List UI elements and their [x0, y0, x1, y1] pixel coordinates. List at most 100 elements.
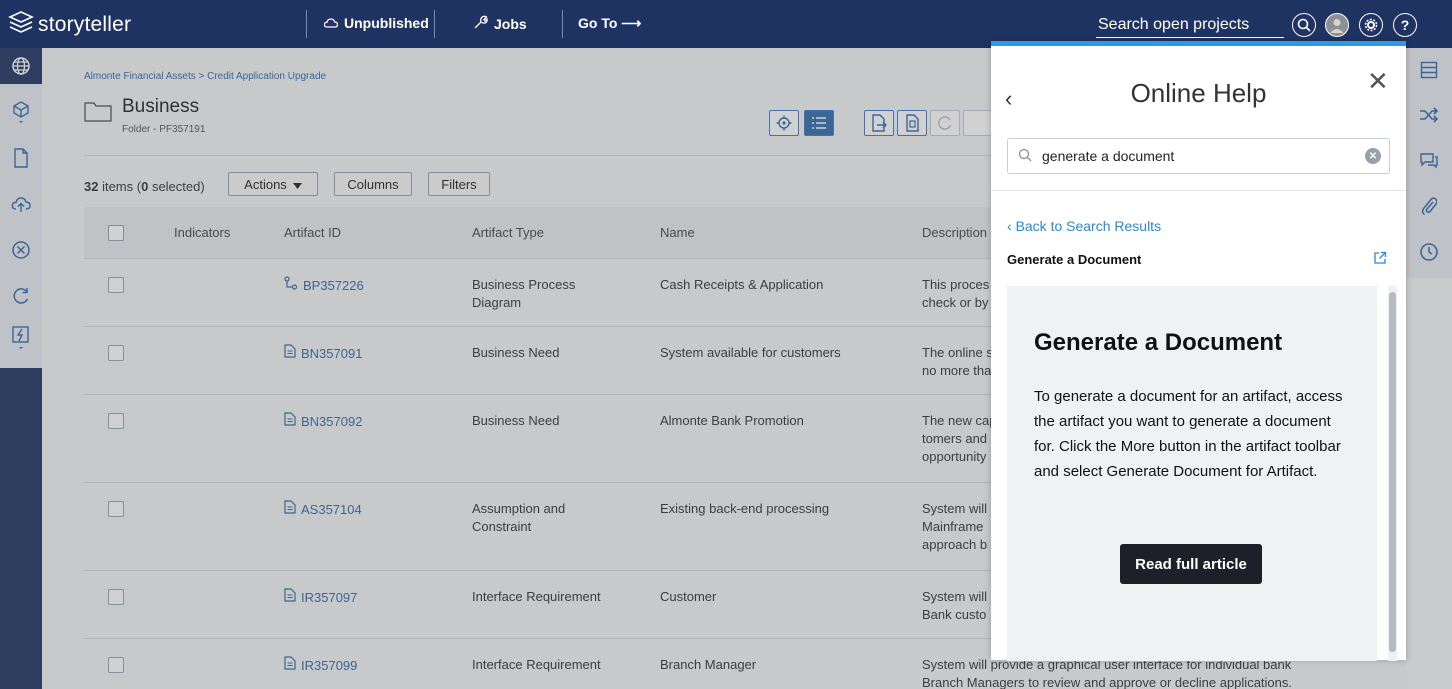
- row-checkbox[interactable]: [108, 413, 124, 429]
- row-checkbox[interactable]: [108, 657, 124, 673]
- article-preview-card: Generate a Document To generate a docume…: [1007, 286, 1377, 661]
- online-help-panel: ‹ Online Help ✕ generate a document ✕ ‹ …: [991, 41, 1406, 661]
- description-line: opportunity: [922, 449, 987, 464]
- column-header-description[interactable]: Description: [922, 225, 987, 240]
- discussion-icon[interactable]: [1417, 148, 1441, 172]
- read-full-article-button[interactable]: Read full article: [1120, 544, 1262, 584]
- artifact-id: IR357097: [301, 589, 358, 605]
- filters-button[interactable]: Filters: [428, 172, 490, 196]
- column-header-indicators[interactable]: Indicators: [174, 225, 230, 240]
- shuffle-icon[interactable]: [1417, 103, 1441, 127]
- globe-icon[interactable]: [0, 48, 42, 84]
- help-search-query: generate a document: [1042, 148, 1175, 164]
- external-link-icon[interactable]: [1373, 251, 1387, 270]
- scrollbar-thumb[interactable]: [1389, 292, 1396, 652]
- items-count: 32 items (0 selected): [84, 179, 205, 194]
- help-search-input[interactable]: generate a document ✕: [1007, 138, 1390, 174]
- artifact-description: The online s no more tha: [922, 344, 993, 380]
- jobs-button[interactable]: Jobs: [474, 15, 527, 32]
- help-icon[interactable]: ?: [1393, 13, 1417, 37]
- help-scrollbar[interactable]: [1388, 286, 1397, 661]
- document-icon[interactable]: [9, 146, 33, 170]
- list-view-button[interactable]: [804, 110, 834, 136]
- cube-icon[interactable]: [9, 100, 33, 124]
- article-body: To generate a document for an artifact, …: [1034, 388, 1343, 480]
- column-header-artifact-type[interactable]: Artifact Type: [472, 225, 544, 240]
- row-checkbox[interactable]: [108, 501, 124, 517]
- artifact-id: AS357104: [301, 501, 362, 517]
- artifact-name: Almonte Bank Promotion: [660, 413, 804, 428]
- artifact-type-line: Business Process: [472, 277, 576, 292]
- divider: [434, 10, 435, 38]
- goto-button[interactable]: Go To ⟶: [578, 15, 641, 32]
- description-line: Bank custo: [922, 607, 987, 622]
- details-panel-icon[interactable]: [1417, 58, 1441, 82]
- search-open-projects-input[interactable]: Search open projects: [1096, 12, 1284, 38]
- artifact-id-link[interactable]: BN357091: [284, 344, 362, 363]
- breadcrumb[interactable]: Almonte Financial Assets > Credit Applic…: [84, 71, 326, 82]
- artifact-name: Branch Manager: [660, 657, 757, 672]
- artifact-type: Interface Requirement: [472, 589, 601, 604]
- cancel-circle-icon[interactable]: [9, 238, 33, 262]
- column-header-artifact-id[interactable]: Artifact ID: [284, 225, 341, 240]
- search-icon: [1018, 148, 1032, 167]
- search-icon[interactable]: [1292, 13, 1316, 37]
- artifact-id: BN357092: [301, 413, 363, 429]
- clear-search-icon[interactable]: ✕: [1365, 148, 1381, 164]
- copy-button[interactable]: [897, 110, 927, 136]
- artifact-type-line: Assumption and: [472, 501, 566, 516]
- actions-label: Actions: [244, 176, 287, 192]
- document-icon: [284, 588, 296, 607]
- row-checkbox[interactable]: [108, 277, 124, 293]
- quick-action-icon[interactable]: [9, 326, 33, 350]
- user-avatar[interactable]: [1325, 13, 1349, 37]
- artifact-description: This proces check or by: [922, 276, 989, 312]
- selected-suffix: selected): [148, 179, 205, 194]
- artifact-name: Cash Receipts & Application: [660, 277, 824, 292]
- folder-id: Folder - PF357191: [122, 124, 206, 135]
- help-panel-title: Online Help: [1130, 78, 1267, 108]
- divider: [991, 190, 1406, 191]
- export-button[interactable]: [864, 110, 894, 136]
- item-total: 32: [84, 179, 99, 194]
- artifact-id-link[interactable]: BN357092: [284, 412, 362, 431]
- artifact-id: BP357226: [303, 277, 364, 293]
- artifact-name: System available for customers: [660, 345, 841, 360]
- artifact-type: Business Need: [472, 345, 560, 360]
- cloud-icon: [323, 15, 339, 31]
- columns-button[interactable]: Columns: [334, 172, 412, 196]
- description-line: approach b: [922, 537, 988, 552]
- description-line: Mainframe: [922, 519, 984, 534]
- row-checkbox[interactable]: [108, 345, 124, 361]
- back-to-search-results-link[interactable]: ‹ Back to Search Results: [1007, 218, 1161, 234]
- logo-icon: [8, 11, 34, 38]
- target-view-button[interactable]: [769, 110, 799, 136]
- refresh-icon[interactable]: [9, 284, 33, 308]
- settings-gear-icon[interactable]: [1359, 13, 1383, 37]
- jobs-label: Jobs: [494, 15, 527, 32]
- row-checkbox[interactable]: [108, 589, 124, 605]
- cloud-upload-icon[interactable]: [9, 192, 33, 216]
- artifact-id-link[interactable]: IR357099: [284, 656, 357, 675]
- divider: [562, 10, 563, 38]
- attachment-icon[interactable]: [1417, 194, 1441, 218]
- artifact-description: The new cap tomers and opportunity: [922, 412, 996, 466]
- artifact-type: Interface Requirement: [472, 657, 601, 672]
- right-sidebar: [1406, 48, 1452, 689]
- history-icon[interactable]: [1417, 240, 1441, 264]
- close-icon[interactable]: ✕: [1367, 66, 1389, 97]
- more-button[interactable]: [963, 110, 993, 136]
- select-all-checkbox[interactable]: [108, 225, 124, 241]
- unpublished-button[interactable]: Unpublished: [323, 15, 429, 31]
- artifact-id-link[interactable]: BP357226: [284, 276, 364, 295]
- artifact-id-link[interactable]: AS357104: [284, 500, 362, 519]
- folder-icon: [84, 100, 112, 127]
- logo-text: storyteller: [38, 12, 132, 36]
- artifact-id-link[interactable]: IR357097: [284, 588, 357, 607]
- artifact-type: Business Need: [472, 413, 560, 428]
- column-header-name[interactable]: Name: [660, 225, 695, 240]
- article-heading: Generate a Document: [1034, 329, 1283, 356]
- storyteller-logo[interactable]: storyteller: [8, 11, 131, 38]
- actions-dropdown[interactable]: Actions: [228, 172, 318, 196]
- sync-button[interactable]: [930, 110, 960, 136]
